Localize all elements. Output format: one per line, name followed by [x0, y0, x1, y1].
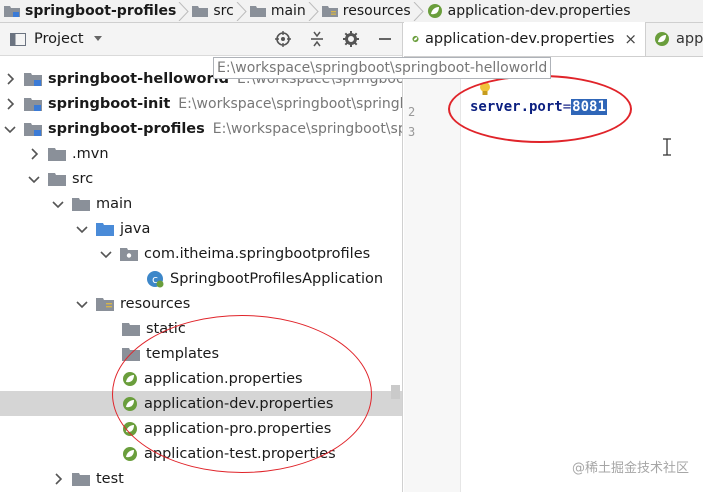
chevron-down-icon[interactable]	[52, 198, 64, 210]
editor-tab-bar: application-dev.properties × appl	[404, 22, 703, 57]
chevron-down-icon	[93, 36, 102, 41]
chevron-down-icon[interactable]	[76, 298, 88, 310]
package-icon	[120, 247, 138, 261]
folder-icon	[48, 172, 66, 186]
folder-icon	[72, 472, 90, 486]
chevron-down-icon[interactable]	[28, 173, 40, 185]
resources-folder-icon	[321, 6, 338, 17]
tree-item-src[interactable]: src	[28, 166, 93, 191]
watermark: @稀土掘金技术社区	[571, 461, 689, 476]
chevron-right-icon[interactable]	[52, 472, 64, 485]
settings-gear-icon	[343, 31, 359, 47]
tree-item-application-pro-properties[interactable]: application-pro.properties	[122, 416, 331, 441]
spring-properties-icon	[412, 35, 419, 43]
lightbulb-icon[interactable]	[478, 81, 492, 97]
module-folder-icon	[24, 72, 42, 86]
tree-item-package[interactable]: com.itheima.springbootprofiles	[100, 241, 370, 266]
chevron-right-icon[interactable]	[4, 97, 16, 110]
project-panel-header: Project	[0, 23, 402, 56]
folder-icon	[72, 197, 90, 211]
collapse-all-icon	[311, 31, 323, 47]
folder-icon	[249, 6, 266, 17]
resources-folder-icon	[96, 297, 114, 311]
locate-icon	[275, 31, 291, 47]
chevron-down-icon[interactable]	[4, 123, 16, 135]
spring-properties-icon	[427, 4, 442, 18]
folder-icon	[192, 6, 209, 17]
chevron-down-icon[interactable]	[100, 248, 112, 260]
line-number-gutter: 2 3	[404, 57, 461, 492]
tree-item-static[interactable]: static	[122, 316, 186, 341]
breadcrumb-item-project[interactable]: springboot-profiles	[0, 0, 182, 22]
tree-item-test[interactable]: test	[52, 466, 124, 491]
close-tab-icon[interactable]: ×	[624, 30, 637, 48]
folder-icon	[48, 147, 66, 161]
spring-boot-class-icon: c	[147, 270, 164, 287]
tree-item-resources[interactable]: resources	[76, 291, 190, 316]
module-folder-icon	[4, 6, 20, 17]
tree-item-application-dev-properties[interactable]: application-dev.properties	[0, 391, 402, 416]
scrollbar-thumb[interactable]	[391, 385, 400, 399]
tree-item-application-test-properties[interactable]: application-test.properties	[122, 441, 336, 466]
spring-properties-icon	[655, 32, 669, 46]
editor-area: application-dev.properties × appl 2 3 se…	[404, 22, 703, 492]
tree-item-springboot-profiles[interactable]: springboot-profiles E:\workspace\springb…	[4, 116, 402, 141]
chevron-right-icon[interactable]	[28, 147, 40, 160]
tree-item-springboot-init[interactable]: springboot-init E:\workspace\springboot\…	[4, 91, 402, 116]
breadcrumb-item-src[interactable]: src	[178, 0, 239, 22]
source-folder-icon	[96, 222, 114, 236]
hide-panel-button[interactable]	[368, 23, 402, 56]
hide-panel-icon	[379, 38, 391, 40]
tab-application-properties[interactable]: appl	[646, 22, 703, 56]
line-number: 3	[408, 125, 416, 139]
module-folder-icon	[24, 122, 42, 136]
tree-item-application-class[interactable]: c SpringbootProfilesApplication	[146, 266, 383, 291]
breadcrumb-item-main[interactable]: main	[236, 0, 312, 22]
folder-icon	[122, 322, 140, 336]
selected-value: 8081	[571, 99, 607, 115]
project-view-icon	[10, 32, 26, 46]
tree-item-java[interactable]: java	[76, 216, 150, 241]
module-folder-icon	[24, 97, 42, 111]
path-tooltip: E:\workspace\springboot\springboot-hello…	[213, 57, 552, 79]
code-line[interactable]: server.port=8081	[470, 99, 607, 115]
tree-item-mvn[interactable]: .mvn	[28, 141, 109, 166]
breadcrumb: springboot-profiles src main resources a…	[0, 0, 703, 23]
tree-item-templates[interactable]: templates	[122, 341, 219, 366]
spring-properties-icon	[123, 371, 137, 386]
spring-properties-icon	[123, 446, 137, 461]
breadcrumb-item-resources[interactable]: resources	[308, 0, 417, 22]
breadcrumb-item-file[interactable]: application-dev.properties	[413, 0, 637, 22]
tree-item-main[interactable]: main	[52, 191, 132, 216]
spring-properties-icon	[123, 421, 137, 436]
tab-application-dev-properties[interactable]: application-dev.properties ×	[404, 22, 646, 56]
chevron-right-icon[interactable]	[4, 72, 16, 85]
text-cursor-icon	[663, 138, 671, 156]
line-number: 2	[408, 105, 416, 119]
panel-settings-button[interactable]	[334, 23, 368, 56]
project-panel: Project springboot-helloworld E:\workspa…	[0, 23, 403, 492]
locate-file-button[interactable]	[266, 23, 300, 56]
chevron-down-icon[interactable]	[76, 223, 88, 235]
spring-properties-icon	[123, 396, 137, 411]
folder-icon	[122, 347, 140, 361]
project-view-selector[interactable]: Project	[10, 31, 103, 47]
collapse-all-button[interactable]	[300, 23, 334, 56]
tree-item-application-properties[interactable]: application.properties	[122, 366, 303, 391]
